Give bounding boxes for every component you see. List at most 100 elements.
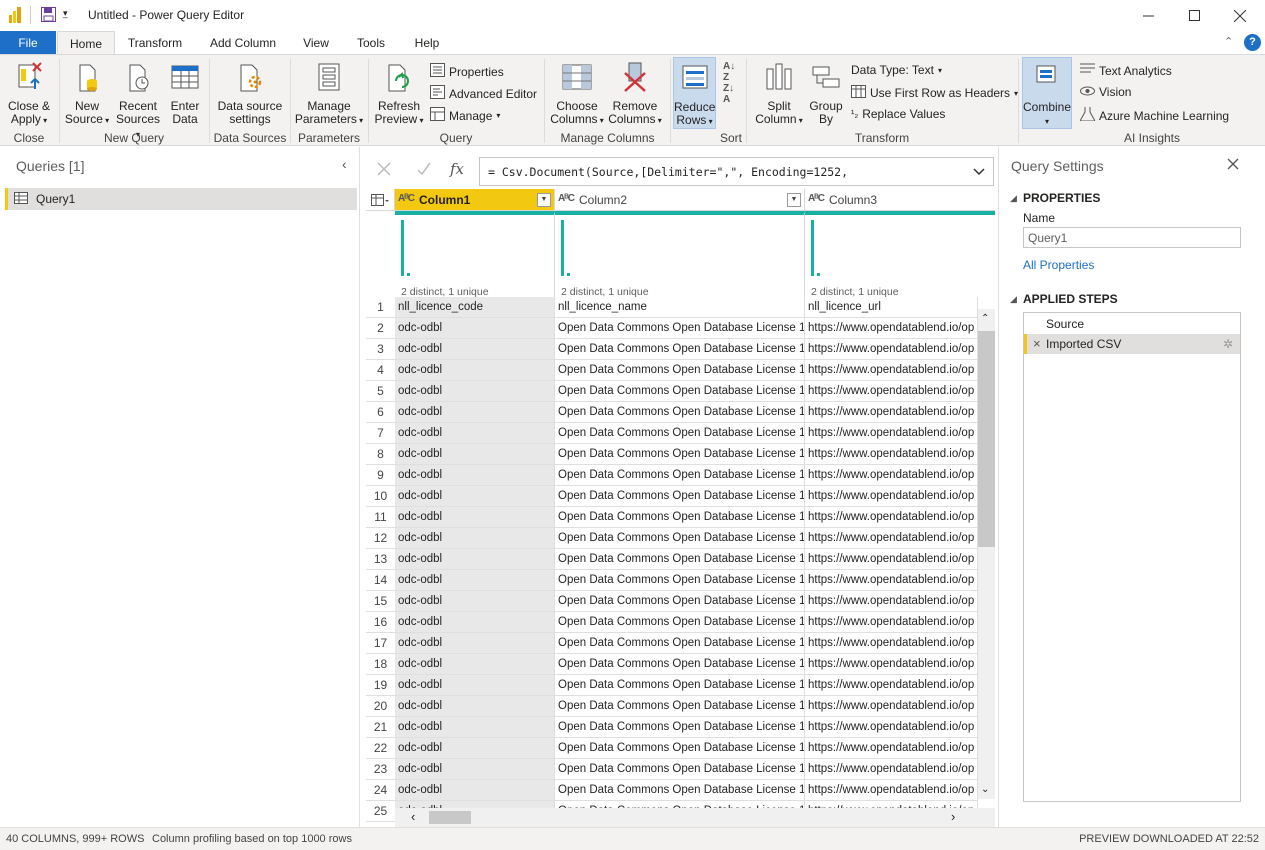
properties-collapse-icon[interactable]: ◢ (1010, 193, 1017, 204)
table-cell[interactable]: Open Data Commons Open Database License … (555, 507, 805, 528)
save-icon[interactable] (41, 7, 56, 25)
table-cell[interactable]: https://www.opendatablend.io/op (805, 465, 978, 486)
row-number[interactable]: 3 (366, 339, 395, 360)
table-cell[interactable]: Open Data Commons Open Database License … (555, 717, 805, 738)
table-cell[interactable]: https://www.opendatablend.io/op (805, 423, 978, 444)
table-cell[interactable]: odc-odbl (395, 465, 555, 486)
table-cell[interactable]: odc-odbl (395, 696, 555, 717)
query-item[interactable]: Query1 (5, 188, 357, 210)
text-analytics-button[interactable]: Text Analytics (1080, 63, 1172, 78)
table-cell[interactable]: odc-odbl (395, 759, 555, 780)
row-number[interactable]: 6 (366, 402, 395, 423)
table-cell[interactable]: https://www.opendatablend.io/op (805, 486, 978, 507)
manage-parameters-button[interactable]: Manage Parameters ▾ (294, 61, 364, 127)
close-apply-button[interactable]: Close & Apply ▾ (5, 61, 53, 127)
row-number[interactable]: 13 (366, 549, 395, 570)
row-number[interactable]: 25 (366, 801, 395, 822)
table-cell[interactable]: odc-odbl (395, 738, 555, 759)
scroll-down-icon[interactable]: ⌄ (981, 784, 989, 795)
table-cell[interactable]: Open Data Commons Open Database License … (555, 360, 805, 381)
help-icon[interactable]: ? (1244, 34, 1261, 51)
table-cell[interactable]: odc-odbl (395, 570, 555, 591)
table-cell[interactable]: odc-odbl (395, 360, 555, 381)
tab-home[interactable]: Home (57, 31, 115, 55)
table-cell[interactable]: Open Data Commons Open Database License … (555, 759, 805, 780)
use-first-row-as-headers-button[interactable]: Use First Row as Headers ▾ (851, 85, 1018, 101)
row-number[interactable]: 22 (366, 738, 395, 759)
table-cell[interactable]: Open Data Commons Open Database License … (555, 780, 805, 801)
collapse-ribbon-icon[interactable]: ⌃ (1224, 35, 1233, 48)
azure-ml-button[interactable]: Azure Machine Learning (1079, 107, 1229, 124)
table-cell[interactable]: odc-odbl (395, 318, 555, 339)
split-column-button[interactable]: Split Column ▾ (752, 61, 806, 127)
horizontal-scrollbar[interactable]: ‹ › (395, 808, 995, 827)
row-number[interactable]: 8 (366, 444, 395, 465)
table-cell[interactable]: Open Data Commons Open Database License … (555, 591, 805, 612)
recent-sources-button[interactable]: Recent Sources ▾ (114, 61, 162, 141)
table-cell[interactable]: nll_licence_name (555, 297, 805, 318)
row-number[interactable]: 16 (366, 612, 395, 633)
choose-columns-button[interactable]: Choose Columns ▾ (548, 61, 606, 127)
table-cell[interactable]: https://www.opendatablend.io/op (805, 591, 978, 612)
commit-formula-icon[interactable] (416, 161, 432, 180)
table-cell[interactable]: nll_licence_code (395, 297, 555, 318)
row-number[interactable]: 20 (366, 696, 395, 717)
step-settings-gear-icon[interactable]: ✲ (1223, 334, 1233, 354)
fx-icon[interactable]: fx (450, 160, 464, 178)
scroll-right-icon[interactable]: › (951, 809, 955, 824)
table-cell[interactable]: https://www.opendatablend.io/op (805, 360, 978, 381)
cancel-formula-icon[interactable] (376, 161, 392, 180)
table-cell[interactable]: https://www.opendatablend.io/op (805, 402, 978, 423)
table-cell[interactable]: Open Data Commons Open Database License … (555, 423, 805, 444)
tab-tools[interactable]: Tools (348, 31, 394, 55)
row-number[interactable]: 14 (366, 570, 395, 591)
table-cell[interactable]: odc-odbl (395, 339, 555, 360)
tab-add-column[interactable]: Add Column (200, 31, 286, 55)
table-cell[interactable]: odc-odbl (395, 654, 555, 675)
row-number[interactable]: 24 (366, 780, 395, 801)
table-cell[interactable]: https://www.opendatablend.io/op (805, 528, 978, 549)
row-number[interactable]: 7 (366, 423, 395, 444)
table-cell[interactable]: Open Data Commons Open Database License … (555, 633, 805, 654)
table-cell[interactable]: odc-odbl (395, 612, 555, 633)
remove-columns-button[interactable]: Remove Columns ▾ (607, 61, 663, 127)
table-cell[interactable]: https://www.opendatablend.io/op (805, 570, 978, 591)
table-cell[interactable]: https://www.opendatablend.io/op (805, 318, 978, 339)
table-cell[interactable]: odc-odbl (395, 549, 555, 570)
table-cell[interactable]: https://www.opendatablend.io/op (805, 738, 978, 759)
table-cell[interactable]: Open Data Commons Open Database License … (555, 339, 805, 360)
row-number[interactable]: 12 (366, 528, 395, 549)
table-cell[interactable]: https://www.opendatablend.io/op (805, 612, 978, 633)
table-cell[interactable]: Open Data Commons Open Database License … (555, 528, 805, 549)
table-cell[interactable]: https://www.opendatablend.io/op (805, 633, 978, 654)
table-cell[interactable]: odc-odbl (395, 528, 555, 549)
row-number[interactable]: 23 (366, 759, 395, 780)
step-source[interactable]: Source (1024, 314, 1240, 334)
table-cell[interactable]: odc-odbl (395, 423, 555, 444)
table-cell[interactable]: odc-odbl (395, 780, 555, 801)
table-cell[interactable]: https://www.opendatablend.io/op (805, 339, 978, 360)
vision-button[interactable]: Vision (1080, 85, 1131, 99)
horizontal-scroll-thumb[interactable] (429, 811, 471, 824)
table-cell[interactable]: odc-odbl (395, 507, 555, 528)
manage-button[interactable]: Manage ▾ (430, 107, 500, 124)
column-header-1[interactable]: AᴮC Column1 ▼ (395, 189, 555, 211)
table-cell[interactable]: odc-odbl (395, 717, 555, 738)
row-number[interactable]: 19 (366, 675, 395, 696)
table-cell[interactable]: Open Data Commons Open Database License … (555, 696, 805, 717)
advanced-editor-button[interactable]: Advanced Editor (430, 85, 537, 102)
table-cell[interactable]: Open Data Commons Open Database License … (555, 738, 805, 759)
table-cell[interactable]: Open Data Commons Open Database License … (555, 381, 805, 402)
replace-values-button[interactable]: ¹₂ Replace Values (851, 107, 945, 121)
column-filter-icon[interactable]: ▼ (537, 193, 551, 207)
scroll-up-icon[interactable]: ⌃ (981, 313, 989, 324)
close-window-button[interactable] (1217, 0, 1263, 31)
row-number[interactable]: 5 (366, 381, 395, 402)
sort-descending-icon[interactable]: Z↓ A (723, 83, 734, 105)
row-number[interactable]: 11 (366, 507, 395, 528)
table-cell[interactable]: odc-odbl (395, 486, 555, 507)
row-number[interactable]: 15 (366, 591, 395, 612)
table-menu-button[interactable] (366, 189, 395, 211)
expand-formula-icon[interactable] (973, 165, 985, 179)
table-cell[interactable]: odc-odbl (395, 402, 555, 423)
